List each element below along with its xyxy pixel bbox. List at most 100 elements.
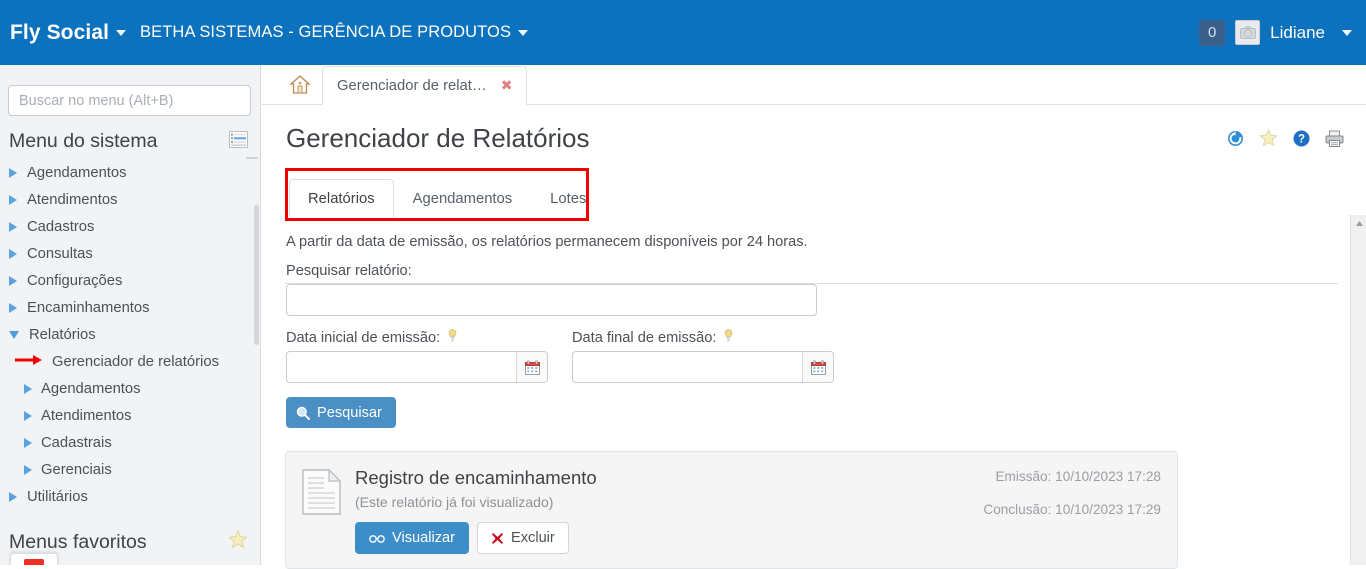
page-title: Gerenciador de Relatórios — [286, 123, 590, 153]
visualizar-label: Visualizar — [392, 530, 455, 546]
sidebar-divider-tick — [246, 157, 258, 159]
report-title: Registro de encaminhamento — [355, 467, 597, 488]
favorites-title: Menus favoritos — [9, 530, 147, 553]
sidebar-item-atendimentos[interactable]: Atendimentos — [0, 186, 260, 213]
header-right-group: 0 Lidiane — [1199, 19, 1352, 46]
search-form: A partir da data de emissão, os relatóri… — [286, 234, 1366, 428]
main-content: Gerenciador de relat… ✖ Gerenciador de R… — [262, 65, 1366, 569]
excluir-button[interactable]: Excluir — [477, 522, 569, 554]
chevron-right-icon[interactable] — [9, 221, 17, 232]
sidebar-item-label: Gerenciador de relatórios — [52, 353, 219, 370]
calendar-icon[interactable] — [516, 352, 547, 382]
excluir-label: Excluir — [511, 530, 555, 546]
visualizar-button[interactable]: Visualizar — [355, 522, 469, 554]
inner-tab-label: Lotes — [550, 190, 587, 207]
chevron-right-icon[interactable] — [24, 464, 32, 475]
chevron-right-icon[interactable] — [24, 383, 32, 394]
date-end-label-text: Data final de emissão: — [572, 329, 717, 346]
sidebar-item-agendamentos[interactable]: Agendamentos — [0, 159, 260, 186]
browser-tabstrip: Gerenciador de relat… ✖ — [262, 65, 1366, 105]
sidebar-item-gerenciador-de-relat-rios[interactable]: Gerenciador de relatórios — [0, 348, 260, 375]
chevron-right-icon[interactable] — [9, 491, 17, 502]
organization-selector[interactable]: BETHA SISTEMAS - GERÊNCIA DE PRODUTOS — [126, 23, 529, 42]
report-card-body: Registro de encaminhamento (Este relatóri… — [355, 467, 983, 554]
chevron-right-icon[interactable] — [24, 410, 32, 421]
search-submit-label: Pesquisar — [317, 404, 382, 421]
search-submit-button[interactable]: Pesquisar — [286, 397, 396, 428]
date-end-input[interactable] — [573, 352, 802, 382]
sidebar-scrollbar[interactable] — [254, 205, 259, 345]
sidebar-item-cadastrais[interactable]: Cadastrais — [0, 429, 260, 456]
search-report-label-text: Pesquisar relatório: — [286, 263, 412, 279]
sidebar-item-encaminhamentos[interactable]: Encaminhamentos — [0, 294, 260, 321]
chevron-right-icon[interactable] — [9, 248, 17, 259]
chevron-right-icon[interactable] — [9, 167, 17, 178]
help-icon[interactable]: ? — [1293, 130, 1310, 152]
chevron-right-icon[interactable] — [9, 194, 17, 205]
inner-tab-agendamentos[interactable]: Agendamentos — [394, 179, 532, 218]
sidebar-item-configura-es[interactable]: Configurações — [0, 267, 260, 294]
brand-label: Fly Social — [10, 20, 110, 44]
inner-tab-label: Agendamentos — [412, 190, 513, 207]
red-arrow-pointer-icon — [15, 353, 43, 371]
tab-label: Gerenciador de relat… — [337, 77, 487, 94]
hint-lightbulb-icon[interactable] — [448, 329, 457, 346]
report-card: Registro de encaminhamento (Este relatóri… — [285, 451, 1178, 569]
inner-tab-lotes[interactable]: Lotes — [531, 179, 605, 218]
sidebar-item-agendamentos[interactable]: Agendamentos — [0, 375, 260, 402]
notification-badge[interactable]: 0 — [1199, 19, 1226, 46]
chevron-right-icon[interactable] — [9, 275, 17, 286]
floating-widget-tab[interactable] — [10, 553, 58, 565]
sidebar-item-label: Relatórios — [29, 326, 96, 343]
sidebar-item-atendimentos[interactable]: Atendimentos — [0, 402, 260, 429]
date-end-group — [572, 351, 834, 383]
inner-tab-label: Relatórios — [308, 190, 375, 207]
sidebar-item-consultas[interactable]: Consultas — [0, 240, 260, 267]
date-start-input[interactable] — [287, 352, 516, 382]
list-view-icon[interactable] — [229, 130, 248, 153]
sidebar-item-gerenciais[interactable]: Gerenciais — [0, 456, 260, 483]
report-emission: Emissão: 10/10/2023 17:28 — [995, 469, 1161, 484]
scroll-up-arrow-icon[interactable] — [1351, 215, 1366, 231]
date-range-row: Data inicial de emissão: Data final de e… — [286, 316, 1366, 383]
menu-search-input[interactable] — [8, 85, 251, 116]
date-start-column: Data inicial de emissão: — [286, 316, 548, 383]
search-report-input[interactable] — [286, 284, 817, 316]
date-end-label: Data final de emissão: — [572, 329, 834, 346]
content-scrollbar[interactable] — [1350, 215, 1366, 565]
inner-tabs: Relatórios Agendamentos Lotes — [289, 178, 605, 218]
chevron-down-icon[interactable] — [1342, 29, 1352, 36]
chevron-right-icon[interactable] — [24, 437, 32, 448]
sidebar-item-cadastros[interactable]: Cadastros — [0, 213, 260, 240]
report-timestamps: Emissão: 10/10/2023 17:28 Conclusão: 10/1… — [983, 467, 1161, 554]
results-list: Registro de encaminhamento (Este relatóri… — [262, 451, 1366, 569]
chevron-down-icon[interactable] — [9, 330, 19, 339]
report-actions: Visualizar Excluir — [355, 522, 983, 554]
sidebar-item-label: Agendamentos — [27, 164, 127, 181]
brand-menu[interactable]: Fly Social — [0, 20, 127, 45]
sidebar-item-label: Atendimentos — [27, 191, 118, 208]
sidebar: Menu do sistema Agendamentos Atendimentos… — [0, 65, 261, 565]
sidebar-item-label: Gerenciais — [41, 461, 112, 478]
sidebar-item-utilit-rios[interactable]: Utilitários — [0, 483, 260, 510]
calendar-icon[interactable] — [802, 352, 833, 382]
inner-tab-relat-rios[interactable]: Relatórios — [289, 179, 394, 218]
report-conclusion: Conclusão: 10/10/2023 17:29 — [983, 502, 1161, 517]
favorite-star-icon[interactable] — [1259, 128, 1278, 152]
organization-label: BETHA SISTEMAS - GERÊNCIA DE PRODUTOS — [140, 23, 512, 41]
refresh-icon[interactable] — [1227, 130, 1244, 152]
user-name-label: Lidiane — [1270, 22, 1325, 42]
star-icon[interactable] — [228, 529, 248, 554]
print-icon[interactable] — [1325, 130, 1344, 152]
page-action-icons: ? — [1227, 128, 1344, 152]
tab-gerenciador-de-relatorios[interactable]: Gerenciador de relat… ✖ — [322, 66, 528, 105]
app-header: Fly Social BETHA SISTEMAS - GERÊNCIA DE … — [0, 0, 1366, 65]
sidebar-item-relat-rios[interactable]: Relatórios — [0, 321, 260, 348]
red-chip-icon — [24, 559, 44, 565]
avatar[interactable] — [1235, 20, 1261, 45]
chevron-right-icon[interactable] — [9, 302, 17, 313]
sidebar-item-label: Atendimentos — [41, 407, 132, 424]
hint-lightbulb-icon[interactable] — [724, 329, 733, 346]
close-icon[interactable]: ✖ — [501, 77, 513, 94]
home-tab[interactable] — [278, 65, 322, 104]
